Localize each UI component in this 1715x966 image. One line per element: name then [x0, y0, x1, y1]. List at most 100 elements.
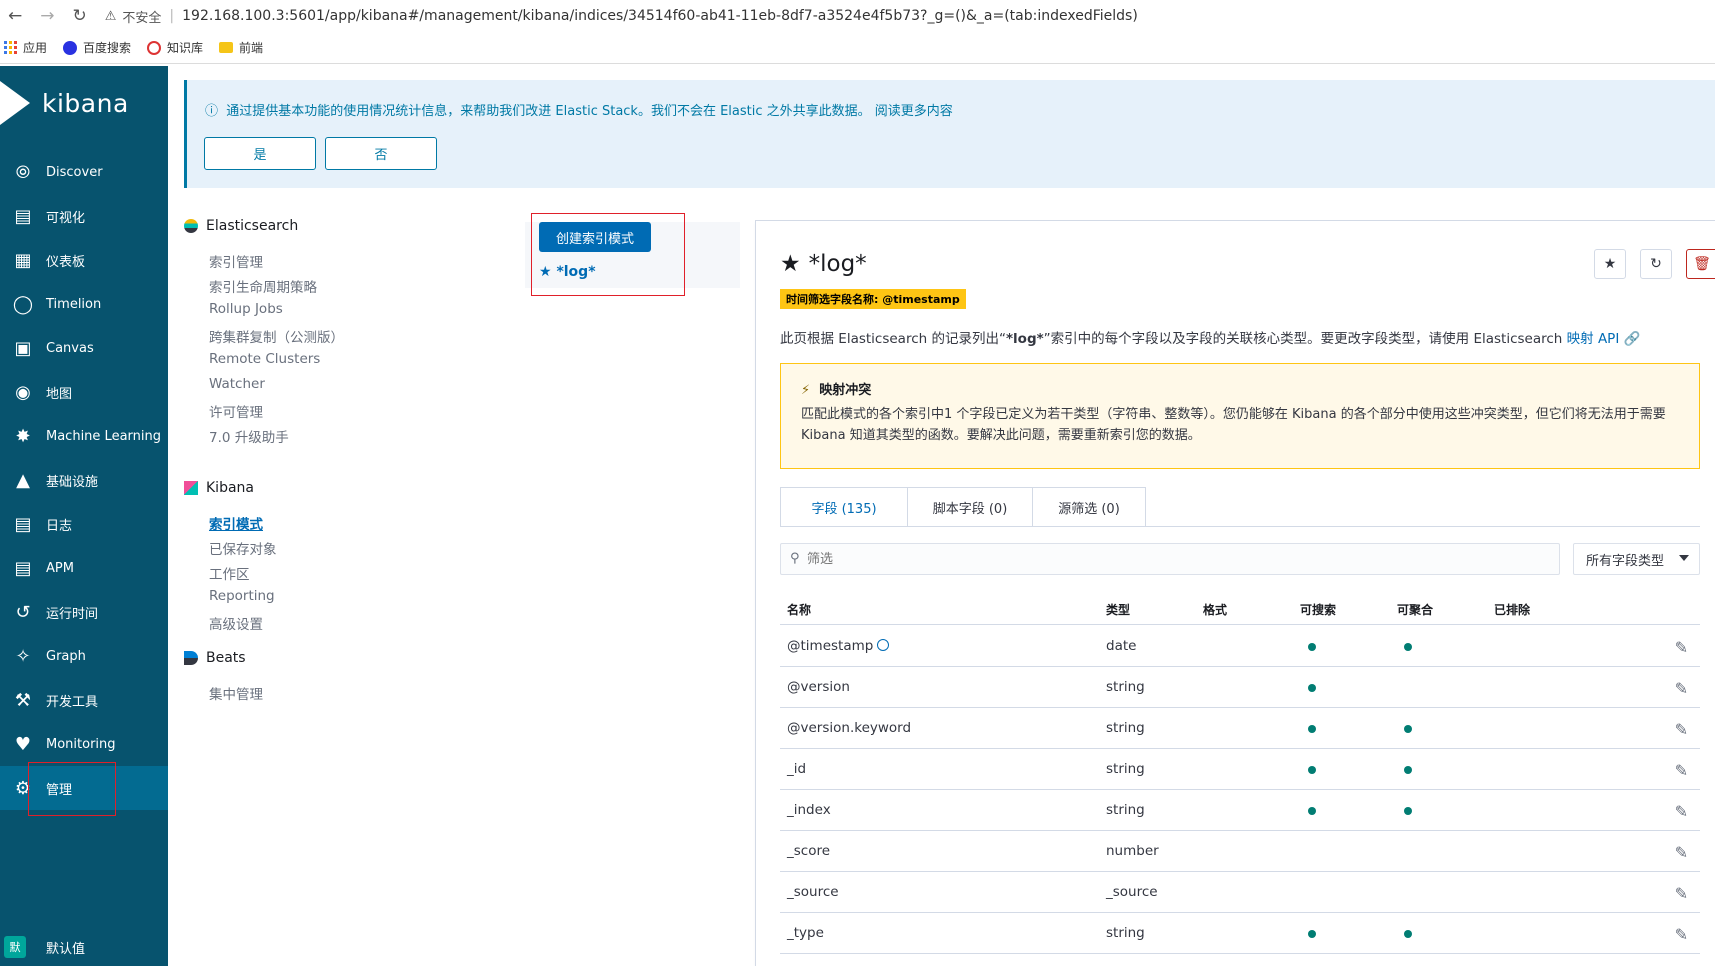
tab-scripted-fields[interactable]: 脚本字段 (0) — [908, 487, 1033, 527]
back-icon[interactable]: ← — [8, 6, 22, 26]
group-title: Elasticsearch — [206, 218, 299, 234]
tab-source-filters[interactable]: 源筛选 (0) — [1033, 487, 1146, 527]
bookmark-baidu[interactable]: 百度搜索 — [63, 39, 131, 56]
edit-pencil-icon[interactable]: ✎ — [1675, 679, 1688, 698]
dashboard-icon: ▦ — [14, 249, 32, 271]
clock-icon — [877, 639, 890, 651]
field-name: _index — [787, 802, 831, 818]
table-row: _index string ✎ — [780, 790, 1700, 831]
mapping-conflict-callout: ⚡ 映射冲突 匹配此模式的各个索引中1 个字段已定义为若干类型（字符串、整数等）… — [780, 363, 1700, 469]
sidebar-item-visualize[interactable]: ▤ 可视化 — [0, 194, 168, 238]
menu-item[interactable]: 7.0 升级助手 — [209, 426, 289, 446]
callout-message: ⓘ 通过提供基本功能的使用情况统计信息，来帮助我们改进 Elastic Stac… — [205, 100, 953, 119]
delete-pattern-button[interactable]: 🗑 — [1686, 249, 1715, 279]
edit-pencil-icon[interactable]: ✎ — [1675, 802, 1688, 821]
edit-pencil-icon[interactable]: ✎ — [1675, 720, 1688, 739]
warning-icon: ⚠ — [104, 8, 117, 24]
no-button[interactable]: 否 — [325, 137, 437, 170]
sidebar-item-maps[interactable]: ◉ 地图 — [0, 370, 168, 414]
sidebar-item-canvas[interactable]: ▣ Canvas — [0, 326, 168, 370]
field-tabs: 字段 (135) 脚本字段 (0) 源筛选 (0) — [780, 487, 1146, 527]
col-aggregatable[interactable]: 可聚合 — [1397, 601, 1433, 618]
trash-icon: 🗑 — [1693, 256, 1711, 272]
menu-item[interactable]: Remote Clusters — [209, 351, 320, 367]
menu-item[interactable]: Reporting — [209, 588, 275, 604]
col-searchable[interactable]: 可搜索 — [1300, 601, 1336, 618]
bookmark-kb[interactable]: 知识库 — [147, 39, 203, 56]
warning-body: 匹配此模式的各个索引中1 个字段已定义为若干类型（字符串、整数等）。您仍能够在 … — [801, 407, 1666, 443]
bookmark-apps[interactable]: 应用 — [4, 39, 47, 56]
menu-item[interactable]: 工作区 — [209, 563, 250, 583]
beats-icon — [184, 651, 198, 665]
sidebar-item-discover[interactable]: ⦾ Discover — [0, 150, 168, 194]
group-beats: Beats — [184, 650, 246, 666]
refresh-fields-button[interactable]: ↻ — [1640, 249, 1672, 279]
mapping-api-link[interactable]: 映射 API — [1567, 331, 1620, 347]
menu-item[interactable]: 高级设置 — [209, 613, 263, 633]
sidebar-item-ml[interactable]: ✸ Machine Learning — [0, 414, 168, 458]
menu-item[interactable]: 已保存对象 — [209, 538, 277, 558]
space-selector[interactable]: 默 默认值 — [4, 936, 85, 958]
edit-pencil-icon[interactable]: ✎ — [1675, 884, 1688, 903]
url-text[interactable]: 192.168.100.3:5601/app/kibana#/managemen… — [182, 8, 1138, 24]
sidebar-item-apm[interactable]: ▤ APM — [0, 546, 168, 590]
star-icon: ★ — [1603, 256, 1617, 272]
searchable-dot-icon — [1308, 807, 1316, 815]
reload-icon[interactable]: ↻ — [73, 6, 87, 26]
sidebar-item-label: 基础设施 — [46, 474, 99, 490]
menu-item[interactable]: 索引生命周期策略 — [209, 276, 317, 296]
field-name: _type — [787, 925, 824, 941]
page-description: 此页根据 Elasticsearch 的记录列出“*log*”索引中的每个字段以… — [780, 327, 1640, 347]
devtools-icon: ⚒ — [14, 689, 32, 711]
sidebar-item-graph[interactable]: ✧ Graph — [0, 634, 168, 678]
kibana-logo[interactable]: kibana — [0, 78, 168, 128]
maps-icon: ◉ — [15, 381, 31, 403]
col-format[interactable]: 格式 — [1203, 601, 1227, 618]
sidebar-item-label: 日志 — [46, 518, 73, 534]
logs-icon: ▤ — [14, 513, 32, 535]
sidebar-item-timelion[interactable]: ◯ Timelion — [0, 282, 168, 326]
sidebar-item-devtools[interactable]: ⚒ 开发工具 — [0, 678, 168, 722]
menu-item[interactable]: 索引模式 — [209, 513, 263, 533]
menu-item[interactable]: 许可管理 — [209, 401, 263, 421]
compass-icon: ⦾ — [15, 161, 31, 183]
sidebar-item-uptime[interactable]: ↺ 运行时间 — [0, 590, 168, 634]
tab-fields[interactable]: 字段 (135) — [780, 487, 908, 527]
field-type-select[interactable]: 所有字段类型 — [1573, 543, 1700, 575]
field-type: string — [1106, 761, 1145, 777]
searchable-dot-icon — [1308, 766, 1316, 774]
refresh-icon: ↻ — [1650, 256, 1662, 272]
menu-item[interactable]: 跨集群复制（公测版） — [209, 326, 344, 346]
sidebar-item-infra[interactable]: ▲ 基础设施 — [0, 458, 168, 502]
col-type[interactable]: 类型 — [1106, 601, 1130, 618]
edit-pencil-icon[interactable]: ✎ — [1675, 761, 1688, 780]
col-excluded[interactable]: 已排除 — [1494, 601, 1530, 618]
timelion-icon: ◯ — [12, 293, 34, 315]
edit-pencil-icon[interactable]: ✎ — [1675, 843, 1688, 862]
menu-item[interactable]: Watcher — [209, 376, 265, 392]
sidebar-item-monitoring[interactable]: ♥ Monitoring — [0, 722, 168, 766]
group-elasticsearch: Elasticsearch — [184, 218, 298, 234]
set-default-button[interactable]: ★ — [1594, 249, 1626, 279]
kibana-logo-text: kibana — [42, 88, 129, 118]
sidebar-item-label: Machine Learning — [46, 428, 161, 444]
field-type: string — [1106, 925, 1145, 941]
filter-input[interactable] — [807, 548, 1547, 570]
yes-button[interactable]: 是 — [204, 137, 316, 170]
forward-icon[interactable]: → — [40, 6, 54, 26]
table-row: @version string ✎ — [780, 667, 1700, 708]
bookmark-frontend[interactable]: 前端 — [219, 39, 263, 56]
searchable-dot-icon — [1308, 725, 1316, 733]
col-name[interactable]: 名称 — [787, 601, 811, 618]
link-icon: 🔗 — [1619, 331, 1641, 347]
menu-item[interactable]: 集中管理 — [209, 683, 263, 703]
infra-icon: ▲ — [16, 469, 30, 491]
sidebar-item-dashboard[interactable]: ▦ 仪表板 — [0, 238, 168, 282]
menu-item[interactable]: 索引管理 — [209, 251, 263, 271]
menu-item[interactable]: Rollup Jobs — [209, 301, 283, 317]
edit-pencil-icon[interactable]: ✎ — [1675, 638, 1688, 657]
edit-pencil-icon[interactable]: ✎ — [1675, 925, 1688, 944]
search-icon: ⚲ — [790, 551, 800, 566]
insecure-indicator[interactable]: ⚠ 不安全 — [105, 7, 162, 26]
sidebar-item-logs[interactable]: ▤ 日志 — [0, 502, 168, 546]
